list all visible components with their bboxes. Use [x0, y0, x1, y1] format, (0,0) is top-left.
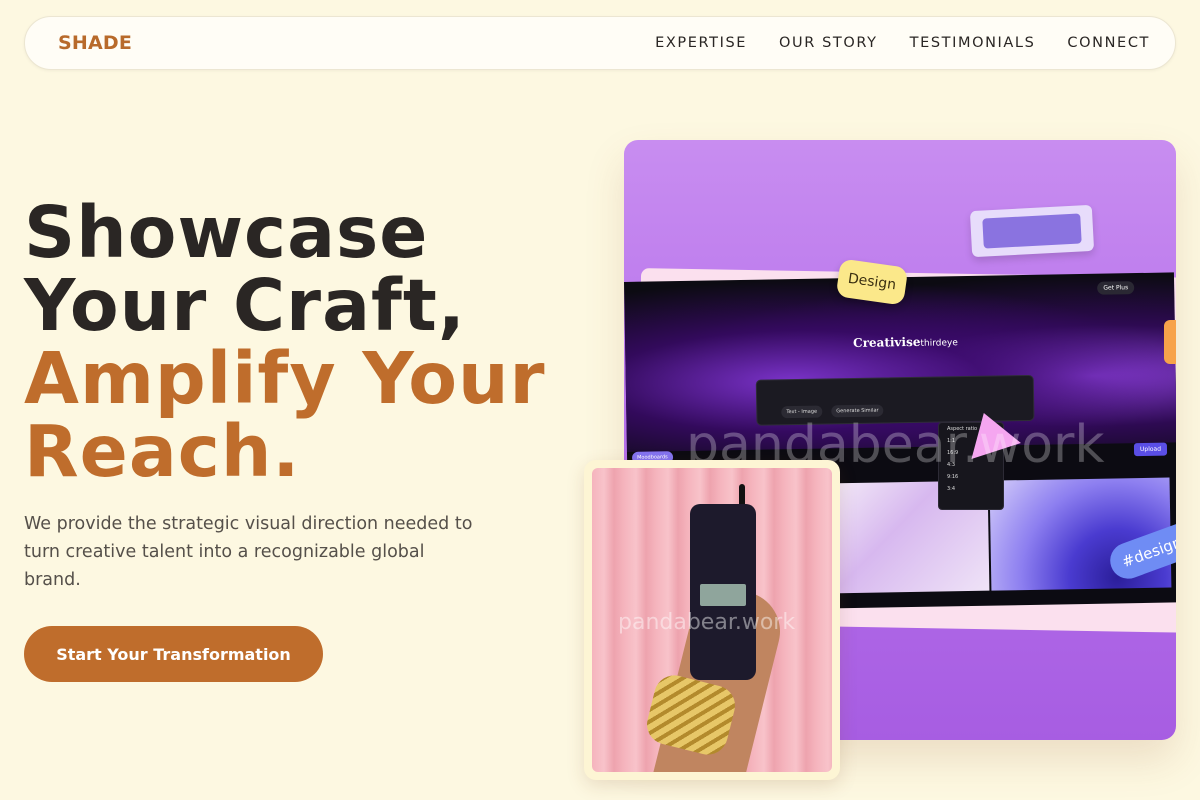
- nav-link-our-story[interactable]: OUR STORY: [779, 35, 878, 51]
- nav-links: EXPERTISE OUR STORY TESTIMONIALS CONNECT: [655, 35, 1150, 51]
- brand-logo[interactable]: SHADE: [58, 32, 132, 54]
- nav-link-connect[interactable]: CONNECT: [1067, 35, 1150, 51]
- hero-title-line-1: Showcase: [24, 191, 429, 274]
- top-nav: SHADE EXPERTISE OUR STORY TESTIMONIALS C…: [24, 16, 1176, 70]
- nav-link-testimonials[interactable]: TESTIMONIALS: [910, 35, 1036, 51]
- watermark: pandabear.work: [618, 610, 796, 635]
- hero-title-line-4: Reach.: [24, 410, 301, 493]
- floating-tag-shape: [969, 204, 1095, 258]
- get-plus-badge: Get Plus: [1097, 281, 1135, 295]
- flip-phone-icon: [690, 504, 756, 680]
- phone-photo-card: pandabear.work: [584, 460, 840, 780]
- hero-title-line-3: Amplify Your: [24, 337, 546, 420]
- start-transformation-button[interactable]: Start Your Transformation: [24, 626, 323, 682]
- hero-description: We provide the strategic visual directio…: [24, 514, 473, 590]
- upload-badge: Upload: [1133, 442, 1168, 457]
- orange-shape: [1164, 320, 1176, 364]
- app-brand: Creativisethirdeye: [852, 334, 958, 351]
- hero-title-line-2: Your Craft,: [24, 264, 466, 347]
- nav-link-expertise[interactable]: EXPERTISE: [655, 35, 747, 51]
- phone-photo: pandabear.work: [592, 468, 832, 772]
- hero-title: Showcase Your Craft, Amplify Your Reach.: [24, 196, 546, 488]
